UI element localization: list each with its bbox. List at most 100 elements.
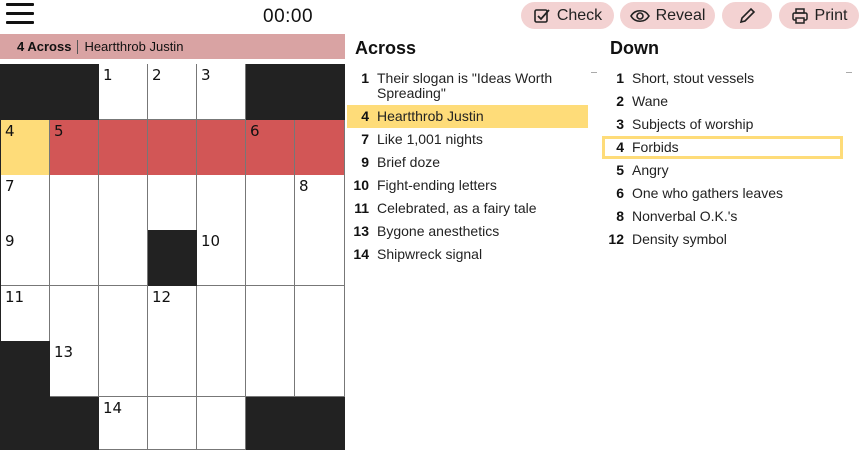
- across-clue-9[interactable]: 9 Brief doze: [347, 151, 588, 174]
- grid-cell[interactable]: 8: [295, 175, 345, 231]
- grid-block: [1, 64, 50, 120]
- pencil-button[interactable]: [722, 2, 772, 29]
- grid-cell[interactable]: [99, 341, 148, 397]
- grid-cell[interactable]: [99, 120, 148, 176]
- grid-cell[interactable]: [295, 341, 345, 397]
- clue-number: 12: [608, 231, 624, 247]
- cell-number: 2: [152, 66, 162, 84]
- down-clue-6[interactable]: 6 One who gathers leaves: [602, 182, 843, 205]
- clue-text: Nonverbal O.K.'s: [632, 208, 738, 224]
- current-clue-number: 4 Across: [17, 39, 72, 54]
- across-clue-4[interactable]: 4 Heartthrob Justin: [347, 105, 588, 128]
- cell-number: 5: [54, 122, 64, 140]
- check-button[interactable]: Check: [521, 2, 614, 29]
- clue-number: 3: [616, 116, 624, 132]
- grid-cell[interactable]: [197, 286, 246, 342]
- grid-cell[interactable]: [148, 120, 197, 176]
- across-clue-13[interactable]: 13 Bygone anesthetics: [347, 220, 588, 243]
- grid-block: [1, 397, 50, 450]
- grid-cell[interactable]: [295, 286, 345, 342]
- grid-cell[interactable]: [99, 175, 148, 231]
- grid-cell[interactable]: 5: [50, 120, 99, 176]
- grid-cell[interactable]: [197, 341, 246, 397]
- clue-number: 2: [616, 93, 624, 109]
- grid-cell[interactable]: [99, 230, 148, 286]
- grid-cell[interactable]: 6: [246, 120, 295, 176]
- down-clue-5[interactable]: 5 Angry: [602, 159, 843, 182]
- grid-cell[interactable]: [197, 397, 246, 450]
- grid-cell[interactable]: 1: [99, 64, 148, 120]
- current-clue-banner: 4 Across Heartthrob Justin: [0, 34, 345, 59]
- grid-cell[interactable]: [246, 175, 295, 231]
- cell-number: 10: [201, 232, 221, 250]
- down-clue-3[interactable]: 3 Subjects of worship: [602, 113, 843, 136]
- across-clue-1[interactable]: 1 Their slogan is "Ideas Worth Spreading": [347, 67, 588, 105]
- grid-cell[interactable]: [246, 230, 295, 286]
- clue-text: Density symbol: [632, 231, 727, 247]
- down-clue-2[interactable]: 2 Wane: [602, 90, 843, 113]
- clue-text: Their slogan is "Ideas Worth Spreading": [377, 70, 553, 101]
- down-clue-1[interactable]: 1 Short, stout vessels: [602, 67, 843, 90]
- hamburger-menu-icon[interactable]: [6, 3, 34, 25]
- cell-number: 11: [5, 288, 25, 306]
- grid-cell[interactable]: 14: [99, 397, 148, 450]
- grid-cell[interactable]: [197, 175, 246, 231]
- clue-number: 11: [354, 200, 369, 216]
- across-clue-10[interactable]: 10 Fight-ending letters: [347, 174, 588, 197]
- clue-text: Shipwreck signal: [377, 246, 483, 262]
- grid-cell[interactable]: 10: [197, 230, 246, 286]
- grid-cell[interactable]: 13: [50, 341, 99, 397]
- grid-cell-active[interactable]: 4: [1, 120, 50, 176]
- across-clue-14[interactable]: 14 Shipwreck signal: [347, 243, 588, 266]
- across-scroll-indicator[interactable]: [591, 72, 597, 75]
- cell-number: 7: [5, 177, 15, 195]
- clue-text: Heartthrob Justin: [377, 108, 484, 124]
- grid-cell[interactable]: [148, 341, 197, 397]
- grid-cell[interactable]: 2: [148, 64, 197, 120]
- grid-cell[interactable]: [50, 230, 99, 286]
- down-clue-12[interactable]: 12 Density symbol: [602, 228, 843, 251]
- grid-cell[interactable]: 7: [1, 175, 50, 231]
- clue-number: 1: [361, 70, 369, 86]
- grid-cell[interactable]: 3: [197, 64, 246, 120]
- down-clue-4[interactable]: 4 Forbids: [602, 136, 843, 159]
- grid-cell[interactable]: 9: [1, 230, 50, 286]
- across-heading: Across: [355, 38, 417, 58]
- clue-number: 14: [353, 246, 369, 262]
- clue-text: Subjects of worship: [632, 116, 754, 132]
- grid-block: [148, 230, 197, 286]
- grid-cell[interactable]: [197, 120, 246, 176]
- grid-cell[interactable]: 12: [148, 286, 197, 342]
- reveal-button[interactable]: Reveal: [620, 2, 715, 29]
- clue-number: 1: [616, 70, 624, 86]
- reveal-button-label: Reveal: [655, 6, 706, 24]
- grid-cell[interactable]: 11: [1, 286, 50, 342]
- banner-divider: [77, 39, 79, 54]
- across-clue-list: Across 1 Their slogan is "Ideas Worth Spr…: [347, 38, 588, 266]
- cell-number: 6: [250, 122, 260, 140]
- clue-number: 4: [361, 108, 369, 124]
- grid-block: [50, 64, 99, 120]
- clue-text: Bygone anesthetics: [377, 223, 500, 239]
- across-clue-7[interactable]: 7 Like 1,001 nights: [347, 128, 588, 151]
- grid-block: [246, 64, 295, 120]
- grid-cell[interactable]: [246, 341, 295, 397]
- grid-cell[interactable]: [246, 286, 295, 342]
- grid-block: [50, 397, 99, 450]
- cell-number: 1: [103, 66, 113, 84]
- cell-number: 13: [54, 343, 74, 361]
- cell-number: 12: [152, 288, 172, 306]
- down-clue-8[interactable]: 8 Nonverbal O.K.'s: [602, 205, 843, 228]
- print-button[interactable]: Print: [779, 2, 859, 29]
- pencil-icon: [739, 7, 756, 23]
- grid-cell[interactable]: [148, 397, 197, 450]
- down-scroll-indicator[interactable]: [846, 72, 852, 75]
- grid-cell[interactable]: [295, 230, 345, 286]
- across-clue-11[interactable]: 11 Celebrated, as a fairy tale: [347, 197, 588, 220]
- grid-cell[interactable]: [295, 120, 345, 176]
- grid-cell[interactable]: [148, 175, 197, 231]
- grid-cell[interactable]: [50, 175, 99, 231]
- grid-cell[interactable]: [50, 286, 99, 342]
- clue-text: Fight-ending letters: [377, 177, 497, 193]
- grid-cell[interactable]: [99, 286, 148, 342]
